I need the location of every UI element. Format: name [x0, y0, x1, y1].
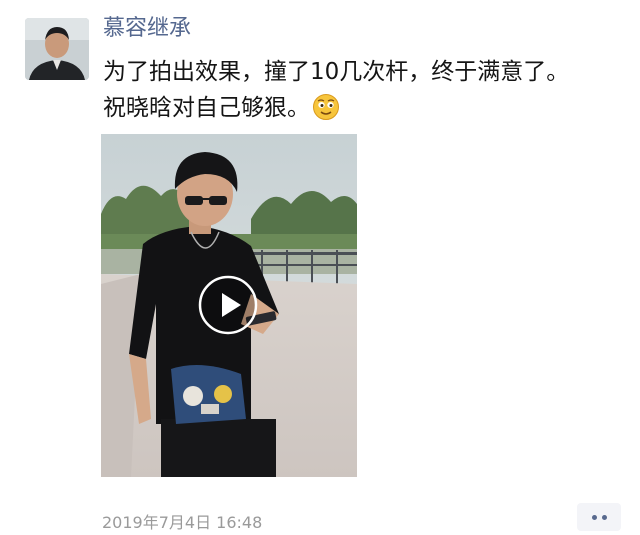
- play-button[interactable]: [198, 275, 258, 335]
- play-icon: [198, 275, 258, 335]
- post-timestamp: 2019年7月4日 16:48: [102, 513, 263, 532]
- username[interactable]: 慕容继承: [103, 10, 191, 42]
- avatar-image: [25, 18, 89, 80]
- message-line-1: 为了拍出效果，撞了10几次杆，终于满意了。: [103, 59, 570, 85]
- smiling-face-emoji: [312, 93, 340, 121]
- avatar[interactable]: [25, 18, 89, 80]
- post-message: 为了拍出效果，撞了10几次杆，终于满意了。 祝晓晗对自己够狠。: [103, 54, 623, 126]
- more-actions-button[interactable]: [577, 503, 621, 531]
- more-dots-icon: [591, 514, 597, 520]
- more-dots-icon: [601, 514, 607, 520]
- message-line-2-text: 祝晓晗对自己够狠。: [103, 95, 310, 121]
- message-line-2: 祝晓晗对自己够狠。: [103, 90, 623, 126]
